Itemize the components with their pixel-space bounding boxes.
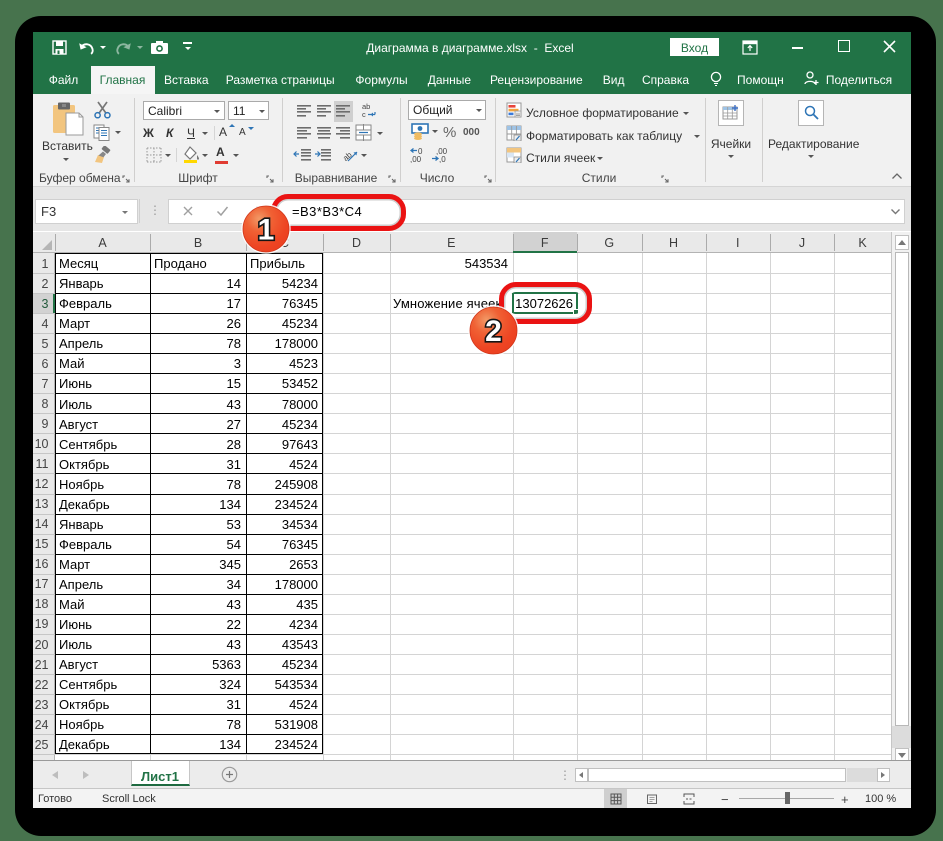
svg-text:1: 1	[258, 214, 275, 247]
svg-text:,00: ,00	[410, 155, 422, 163]
svg-text:,0: ,0	[439, 155, 446, 163]
svg-text:c: c	[362, 110, 366, 119]
svg-text:2: 2	[485, 315, 502, 348]
